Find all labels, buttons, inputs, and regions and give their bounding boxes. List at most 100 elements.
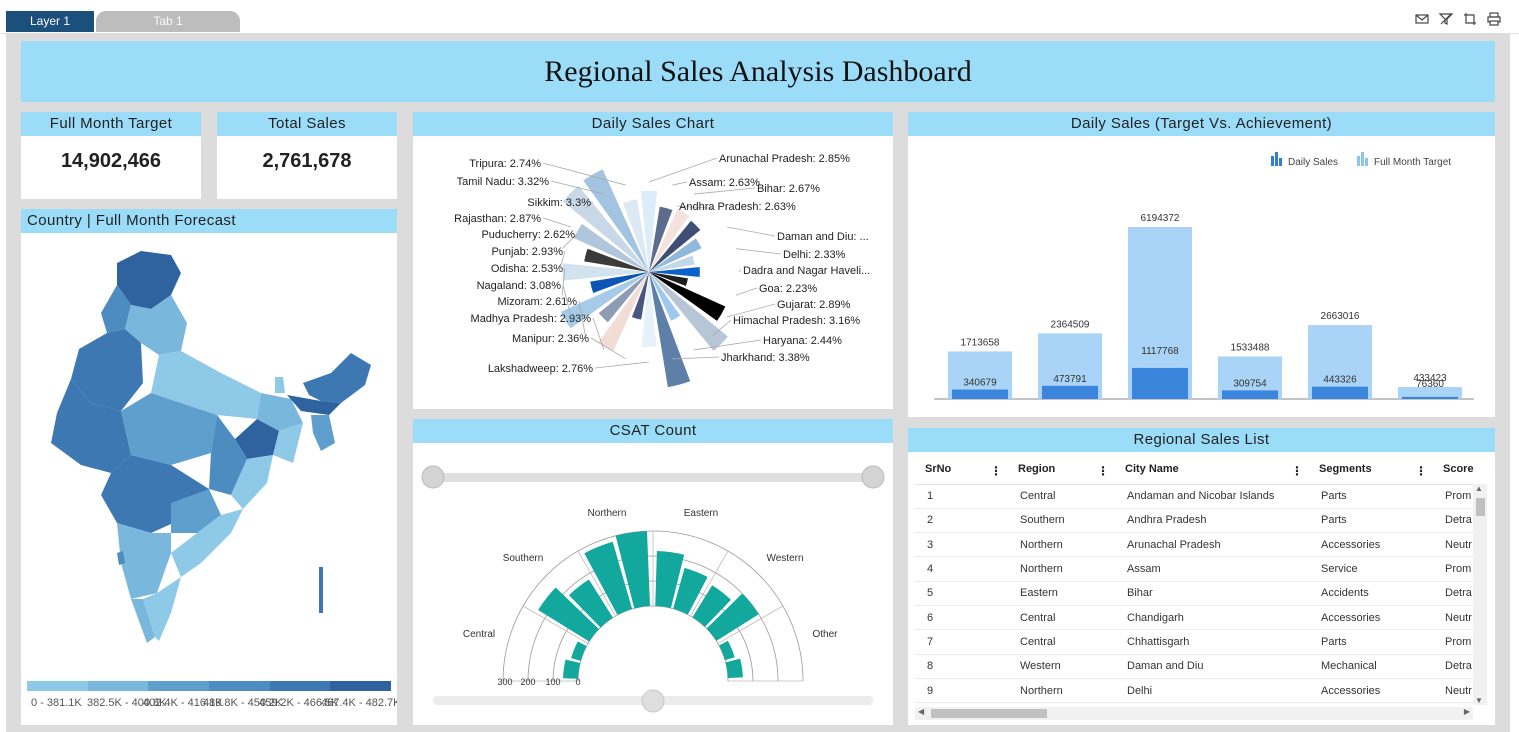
csat-category-label: Southern	[503, 553, 544, 564]
csat-range-handle-left[interactable]	[421, 465, 445, 489]
col-header-region[interactable]: Region ⋮	[1008, 455, 1115, 485]
scroll-down-icon[interactable]: ▼	[1475, 696, 1483, 705]
table-row[interactable]: 9 Northern Delhi Accessories Neutr	[915, 678, 1480, 704]
sales-list-title: Regional Sales List	[908, 428, 1495, 452]
print-icon[interactable]	[1487, 12, 1501, 26]
polar-label: Madhya Pradesh: 2.93%	[471, 313, 592, 325]
tva-bar-daily[interactable]	[1132, 367, 1188, 399]
tva-bar-daily[interactable]	[1222, 390, 1278, 399]
table-cell: Central	[1008, 629, 1115, 655]
kpi-target-label: Full Month Target	[21, 112, 201, 136]
mail-icon[interactable]	[1415, 12, 1429, 26]
csat-bar[interactable]	[563, 659, 581, 679]
table-cell: Northern	[1008, 678, 1115, 704]
table-row[interactable]: 1 Central Andaman and Nicobar Islands Parts…	[915, 484, 1480, 509]
polar-leader-line	[594, 361, 650, 369]
table-cell: 1	[915, 484, 1008, 509]
table-cell: Andhra Pradesh	[1115, 508, 1309, 534]
polar-leader-line	[542, 217, 572, 228]
csat-category-label: Northern	[588, 508, 627, 519]
tva-daily-label: 443326	[1323, 375, 1357, 386]
column-menu-icon[interactable]: ⋮	[1097, 464, 1109, 478]
crop-icon[interactable]	[1463, 12, 1477, 26]
horizontal-scroll-thumb[interactable]	[931, 709, 1047, 718]
column-menu-icon[interactable]: ⋮	[1291, 464, 1303, 478]
csat-category-label: Other	[812, 629, 838, 640]
col-header-score[interactable]: Score	[1433, 455, 1480, 485]
tva-bar-daily[interactable]	[1312, 386, 1368, 399]
kpi-sales-value: 2,761,678	[262, 150, 352, 172]
scroll-right-icon[interactable]: ▶	[1464, 707, 1470, 716]
daily-sales-panel: Daily Sales Chart Arunachal Pradesh: 2.8…	[413, 112, 893, 409]
map-region-sikkim[interactable]	[275, 377, 285, 393]
tab-layer-1[interactable]: Layer 1	[6, 11, 94, 32]
legend-swatch-1	[87, 681, 149, 691]
table-cell: 9	[915, 678, 1008, 704]
table-row[interactable]: 7 Central Chhattisgarh Parts Prom	[915, 629, 1480, 655]
table-cell: Eastern	[1008, 581, 1115, 606]
polar-label: Arunachal Pradesh: 2.85%	[719, 153, 850, 165]
horizontal-scrollbar[interactable]: ◀ ▶	[915, 707, 1473, 720]
table-cell: Assam	[1115, 556, 1309, 582]
csat-bottom-handle[interactable]	[641, 689, 665, 713]
table-row[interactable]: 3 Northern Arunachal Pradesh Accessories Neu…	[915, 532, 1480, 558]
column-menu-icon[interactable]: ⋮	[1415, 464, 1427, 478]
tva-daily-label: 340679	[963, 378, 997, 389]
csat-axis-tick: 100	[545, 677, 560, 687]
table-cell: Accessories	[1309, 532, 1433, 558]
col-header-city[interactable]: City Name ⋮	[1115, 455, 1309, 485]
kpi-target-card: Full Month Target 14,902,466	[21, 112, 201, 199]
table-row[interactable]: 6 Central Chandigarh Accessories Neutr	[915, 605, 1480, 631]
daily-sales-title: Daily Sales Chart	[413, 112, 893, 136]
polar-leader-line	[693, 339, 762, 351]
col-header-srno[interactable]: SrNo ⋮	[915, 455, 1008, 485]
map-region-islands[interactable]	[319, 567, 323, 613]
vertical-scroll-thumb[interactable]	[1476, 498, 1485, 516]
table-cell: Accidents	[1309, 581, 1433, 606]
column-menu-icon[interactable]: ⋮	[990, 464, 1002, 478]
tva-bar-chart[interactable]: Daily Sales Full Month Target 1713658 340…	[908, 136, 1495, 417]
vertical-scrollbar[interactable]: ▲ ▼	[1473, 484, 1487, 705]
scroll-left-icon[interactable]: ◀	[918, 707, 924, 716]
map-legend-labels: 0 - 381.1K 382.5K - 400.8K 402.4K - 416.…	[21, 697, 397, 711]
sales-table-body: 1 Central Andaman and Nicobar Islands Parts…	[915, 484, 1480, 704]
legend-label-0: 0 - 381.1K	[31, 697, 82, 709]
csat-radial-chart[interactable]: Central Southern Northern Eastern Western Oth…	[413, 443, 893, 725]
tva-target-label: 1533488	[1231, 342, 1270, 353]
table-row[interactable]: 4 Northern Assam Service Prom	[915, 556, 1480, 582]
csat-bar[interactable]	[725, 658, 743, 679]
csat-axis-tick: 300	[497, 677, 512, 687]
dashboard-title: Regional Sales Analysis Dashboard	[21, 41, 1495, 102]
daily-sales-polar-chart[interactable]: Arunachal Pradesh: 2.85% Assam: 2.63%Biha…	[413, 136, 893, 409]
toolbar-icons	[1415, 12, 1501, 26]
map-region-northeast[interactable]	[303, 353, 371, 403]
col-header-segments[interactable]: Segments ⋮	[1309, 455, 1433, 485]
polar-label: Jharkhand: 3.38%	[721, 352, 810, 364]
tva-bar-daily[interactable]	[952, 389, 1008, 399]
tva-bar-daily[interactable]	[1402, 396, 1458, 399]
table-cell: Daman and Diu	[1115, 654, 1309, 679]
table-row[interactable]: 8 Western Daman and Diu Mechanical Detra	[915, 654, 1480, 679]
table-cell: Chhattisgarh	[1115, 629, 1309, 655]
filter-clear-icon[interactable]	[1438, 12, 1454, 26]
polar-label: Lakshadweep: 2.76%	[488, 363, 593, 375]
india-map[interactable]	[21, 233, 397, 723]
table-row[interactable]: 5 Eastern Bihar Accidents Detra	[915, 581, 1480, 606]
csat-range-track[interactable]	[433, 473, 873, 482]
polar-leader-line	[592, 317, 605, 351]
legend-daily-sales-icon-b	[1275, 152, 1278, 166]
table-row[interactable]: 2 Southern Andhra Pradesh Parts Detra	[915, 508, 1480, 534]
table-cell: 6	[915, 605, 1008, 631]
table-cell: Parts	[1309, 629, 1433, 655]
map-legend-bar	[27, 681, 392, 691]
scroll-up-icon[interactable]: ▲	[1475, 484, 1483, 493]
polar-label: Himachal Pradesh: 3.16%	[733, 315, 860, 327]
legend-daily-sales: Daily Sales	[1288, 157, 1338, 168]
tva-target-label: 1713658	[961, 337, 1000, 348]
legend-label-5: 467.4K - 482.7K	[321, 697, 397, 709]
tva-bar-daily[interactable]	[1042, 385, 1098, 399]
tab-tab-1[interactable]: Tab 1	[96, 11, 240, 32]
map-region-karnataka[interactable]	[117, 523, 171, 599]
map-region-meghalaya-tripura[interactable]	[311, 415, 335, 451]
csat-range-handle-right[interactable]	[861, 465, 885, 489]
